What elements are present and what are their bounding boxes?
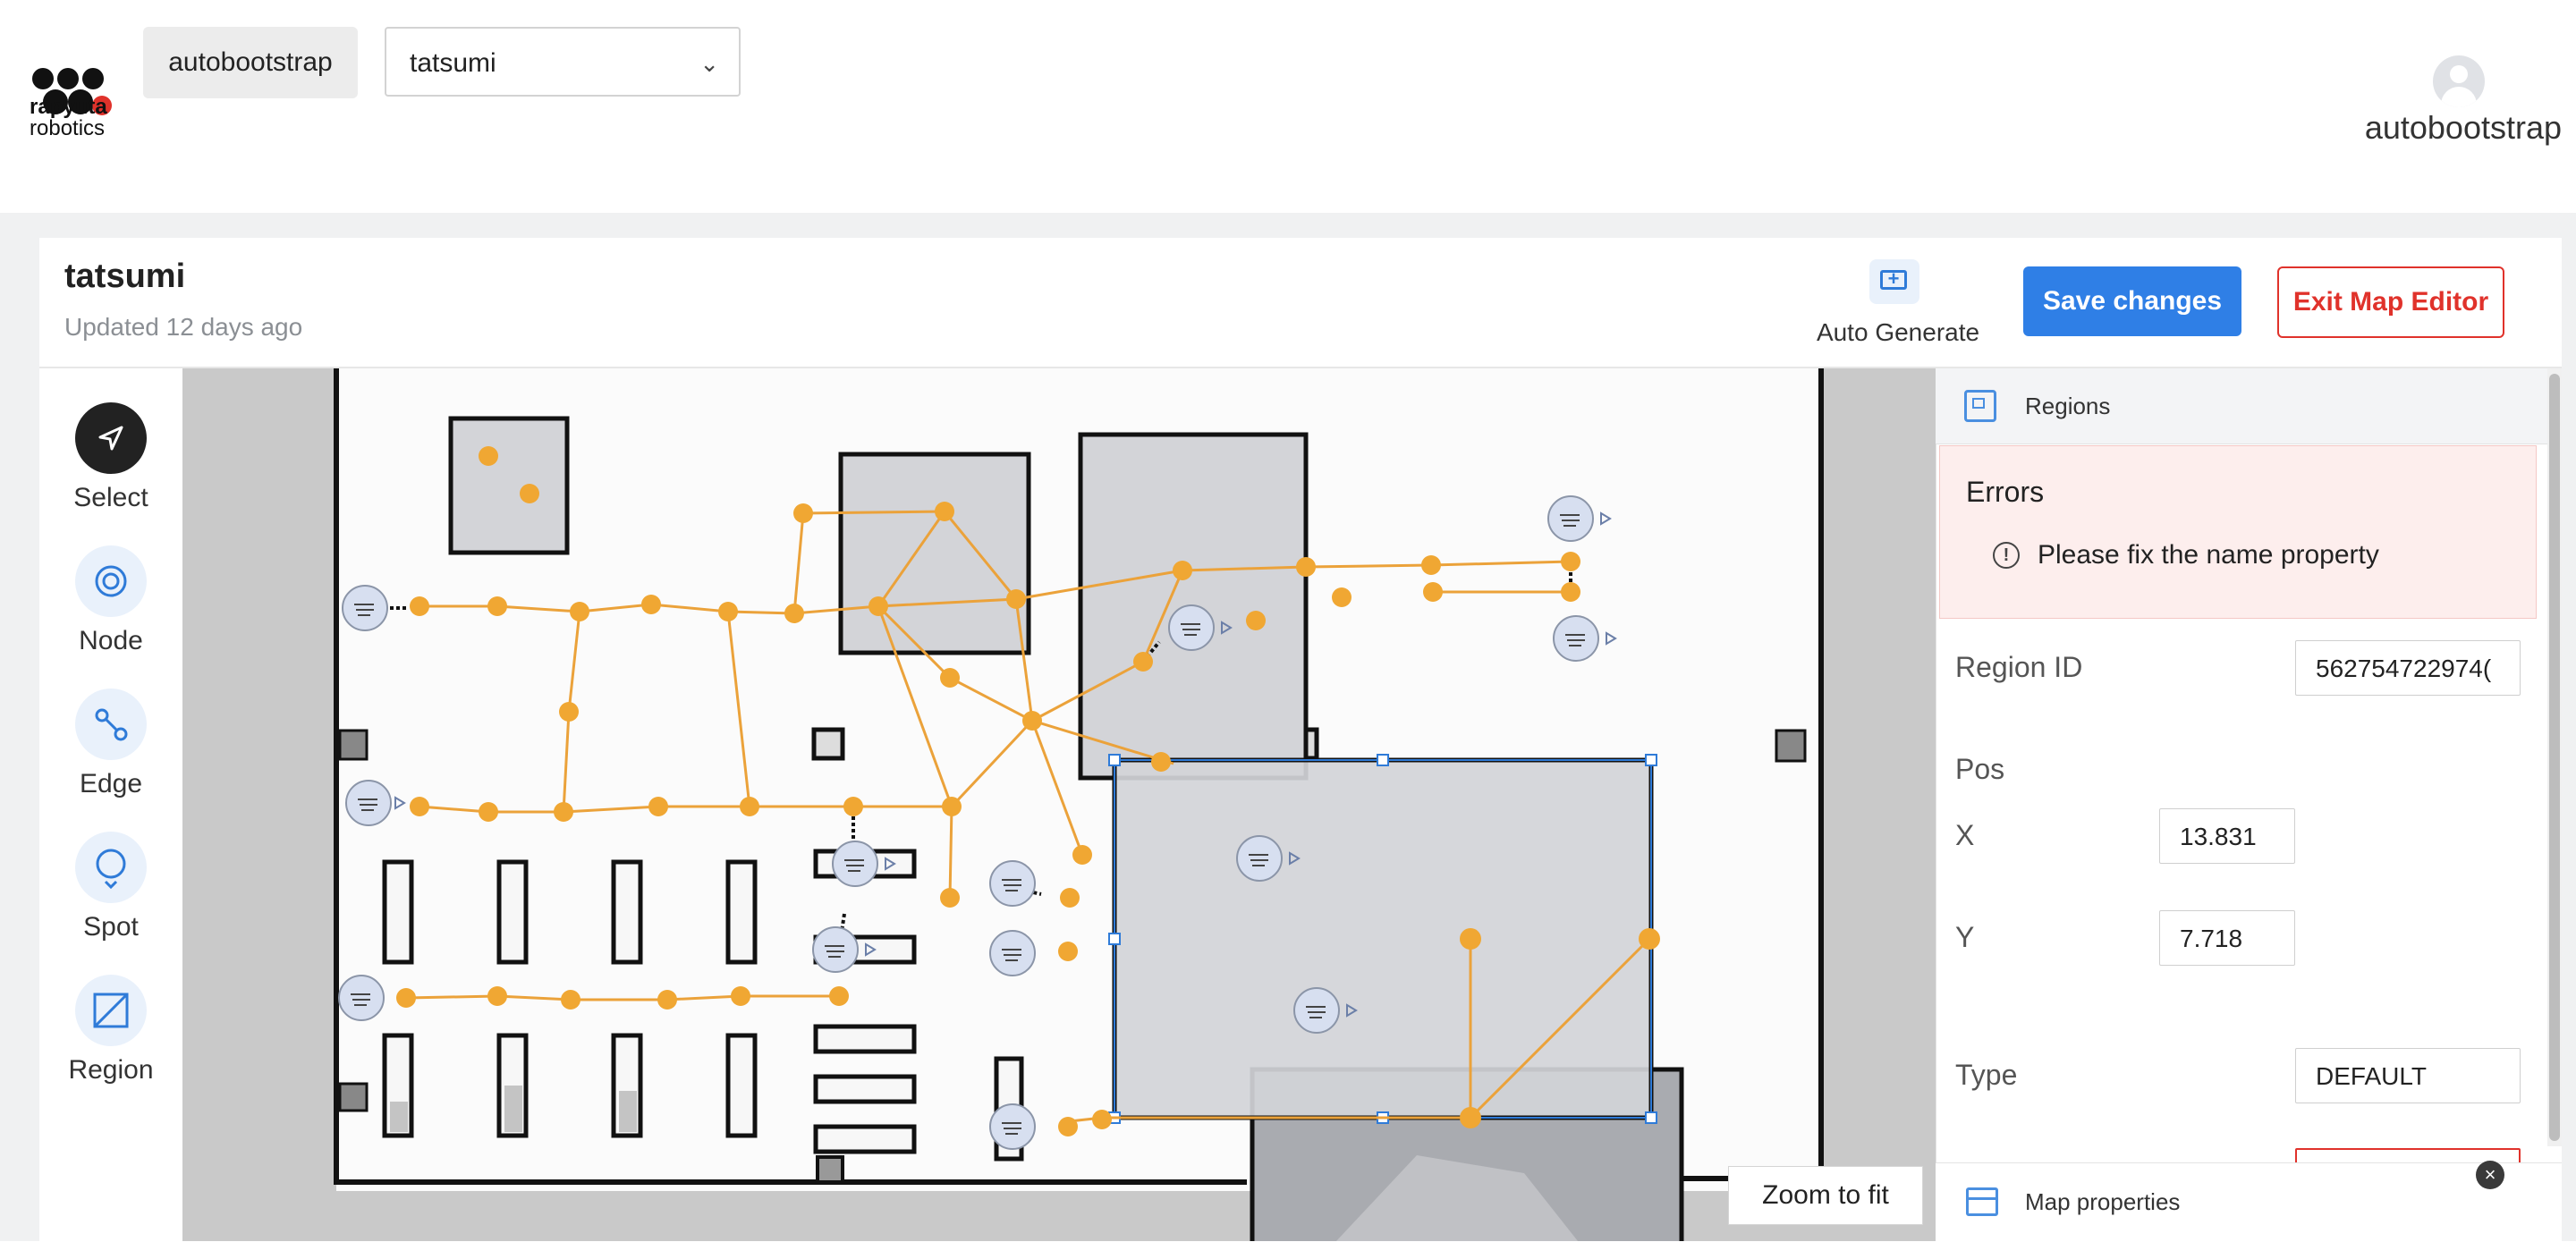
save-changes-button[interactable]: Save changes [2023,266,2241,336]
user-avatar[interactable] [2433,55,2485,107]
regions-icon [1964,390,1996,422]
project-select[interactable]: tatsumi ⌄ [385,27,741,97]
user-name[interactable]: autobootstrap [2365,109,2562,147]
resize-handle[interactable] [1645,1111,1657,1124]
type-input[interactable]: DEFAULT [2295,1048,2521,1103]
pos-y-label: Y [1955,921,1975,953]
panel-scrollbar-thumb[interactable] [2549,374,2560,1141]
map-drawing[interactable] [182,368,1936,1241]
tool-select[interactable]: Select [39,402,182,513]
tool-edge-label: Edge [79,769,143,798]
close-icon[interactable]: × [2476,1161,2504,1189]
tool-region-label: Region [68,1055,154,1085]
pos-label: Pos [1955,753,2005,785]
tool-edge[interactable]: Edge [39,689,182,799]
exit-map-editor-button[interactable]: Exit Map Editor [2277,266,2504,338]
errors-title: Errors [1966,476,2045,508]
resize-handle[interactable] [1108,933,1121,945]
resize-handle[interactable] [1377,754,1389,766]
updated-timestamp: Updated 12 days ago [64,313,303,341]
map-wall-block [1775,729,1807,763]
resize-handle[interactable] [1645,754,1657,766]
edge-link-icon [75,689,147,760]
map-pillar [816,1155,844,1184]
logo-text: rapyuta robotics [30,97,107,139]
node-target-icon [75,545,147,617]
tool-spot-label: Spot [83,912,139,942]
tool-spot[interactable]: Spot [39,832,182,942]
logo-text-line2: robotics [30,116,106,140]
tool-region[interactable]: Region [39,975,182,1086]
error-message: Please fix the name property [2038,540,2379,570]
pos-x-input[interactable]: 13.831 [2159,808,2295,864]
region-square-icon [75,975,147,1046]
region-id-label: Region ID [1955,651,2083,683]
regions-panel-title: Regions [2025,393,2111,419]
map-pillar [811,727,845,761]
chevron-down-icon: ⌄ [699,50,719,77]
zoom-to-fit-button[interactable]: Zoom to fit [1728,1166,1923,1225]
spot-pin-icon [75,832,147,903]
pos-y-input[interactable]: 7.718 [2159,910,2295,966]
errors-box [1939,445,2537,619]
map-properties-label[interactable]: Map properties [2025,1186,2180,1218]
organization-chip[interactable]: autobootstrap [143,27,358,98]
resize-handle[interactable] [1108,754,1121,766]
tool-node-label: Node [79,626,143,655]
region[interactable] [448,416,570,555]
logo-text-line1: rapyuta [30,95,107,119]
tool-node[interactable]: Node [39,545,182,656]
auto-generate-button[interactable]: Auto Generate [1809,318,1987,347]
pos-x-label: X [1955,819,1975,851]
selected-region[interactable] [1112,757,1654,1120]
map-canvas[interactable] [182,368,1936,1241]
navigation-arrow-icon [75,402,147,474]
auto-generate-icon[interactable]: + [1869,259,1919,304]
page-title: tatsumi [64,258,186,295]
type-label: Type [1955,1059,2018,1091]
map-wall-block [338,1082,369,1112]
region[interactable] [838,452,1031,655]
map-properties-icon [1966,1187,1998,1216]
error-info-icon: ! [1993,542,2020,569]
project-select-value: tatsumi [410,48,496,78]
region-id-input[interactable]: 562754722974( [2295,640,2521,696]
map-wall-block [338,729,369,761]
tool-select-label: Select [73,483,148,512]
